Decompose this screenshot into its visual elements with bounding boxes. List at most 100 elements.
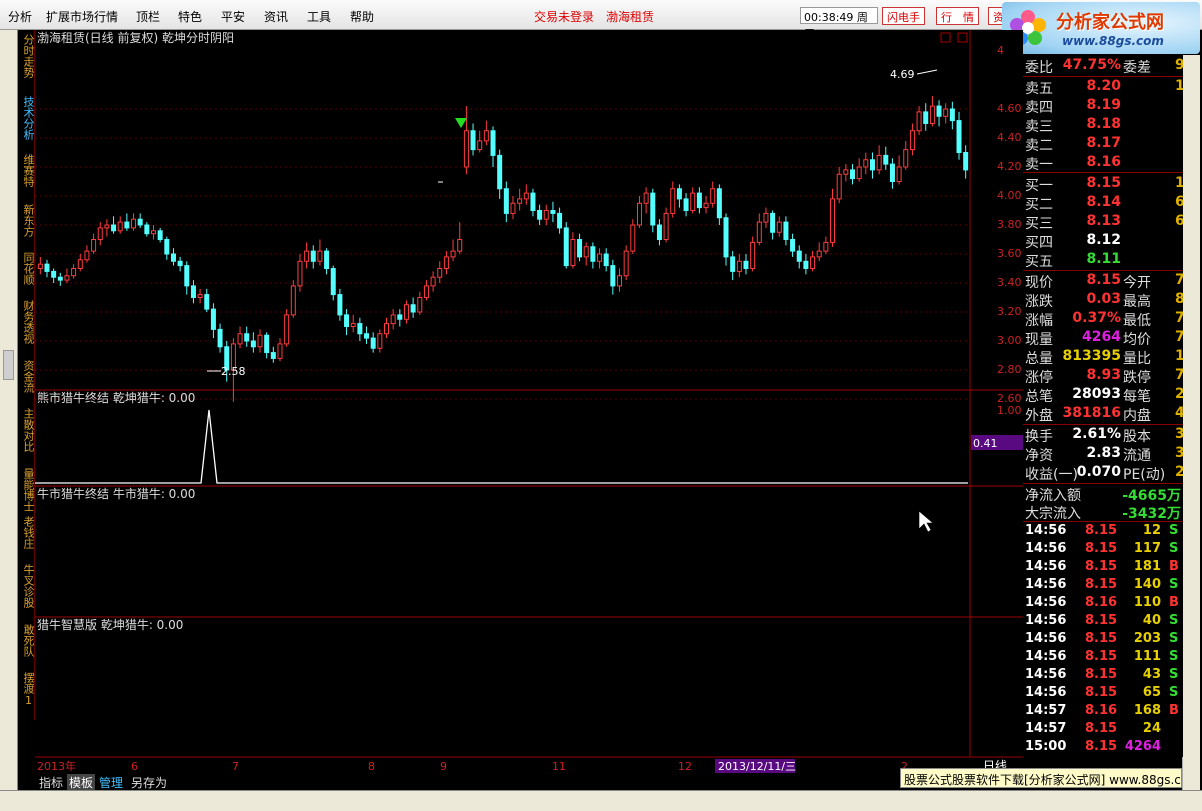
candle-body xyxy=(570,239,576,267)
menu-features[interactable]: 特色 xyxy=(178,8,202,25)
tab-laoqianzhuang[interactable]: 老钱庄 xyxy=(18,516,35,549)
menu-extended-market[interactable]: 扩展市场行情 xyxy=(46,8,118,25)
weibi-value: 47.75% xyxy=(1062,57,1121,73)
ask-price: 8.19 xyxy=(1086,97,1121,113)
bid-row: 买四 8.12 xyxy=(1023,232,1183,251)
price-tick: 3.60 xyxy=(997,247,1022,260)
tab-financial-view[interactable]: 财务透视 xyxy=(18,300,35,344)
quote-button[interactable]: 行 情 xyxy=(936,7,979,25)
candle-body xyxy=(170,253,176,262)
candle-body xyxy=(344,314,350,327)
tab-tonghuashun[interactable]: 同花顺 xyxy=(18,252,35,285)
candle-body xyxy=(597,253,603,262)
ask-row: 卖四 8.19 xyxy=(1023,97,1183,116)
tab-ferry[interactable]: 摆渡1 xyxy=(18,672,35,707)
menu-pingan[interactable]: 平安 xyxy=(221,8,245,25)
chart-area[interactable]: 渤海租赁(日线 前复权) 乾坤分时阴阳 熊市猎牛终结 乾坤猎牛: 0.00 牛市… xyxy=(35,30,1023,775)
status-ticker[interactable]: 股票公式股票软件下载[分析家公式网] www.88gs.com xyxy=(900,768,1182,788)
tick-row: 14:56 8.15 111 S xyxy=(1023,649,1183,668)
tick-volume: 65 xyxy=(1142,685,1161,700)
tick-time: 14:57 xyxy=(1025,703,1067,718)
weibi-label: 委比 xyxy=(1025,60,1053,76)
candle-body xyxy=(810,256,816,269)
weibi-row: 委比 47.75% 委差 9 xyxy=(1023,57,1183,76)
tab-template[interactable]: 模板 xyxy=(67,774,96,791)
menu-help[interactable]: 帮助 xyxy=(350,8,374,25)
tick-volume: 110 xyxy=(1133,595,1161,610)
price-tick: 4.40 xyxy=(997,131,1022,144)
candle-body xyxy=(730,256,736,272)
tab-indicator[interactable]: 指标 xyxy=(37,774,65,791)
tab-technical-analysis[interactable]: 技术分析 xyxy=(18,96,35,140)
tick-row: 14:56 8.15 43 S xyxy=(1023,667,1183,686)
candle-body xyxy=(370,337,376,349)
panel4-title: 猎牛智慧版 乾坤猎牛: 0.00 xyxy=(37,617,183,632)
flash-trade-button[interactable]: 闪电手 xyxy=(882,7,925,25)
menu-news[interactable]: 资讯 xyxy=(264,8,288,25)
stat-value-2: 7 xyxy=(1175,367,1183,383)
month-label: 8 xyxy=(368,760,375,773)
tick-time: 14:57 xyxy=(1025,721,1067,736)
candle-body xyxy=(44,263,50,272)
tick-row: 14:56 8.15 203 S xyxy=(1023,631,1183,650)
tab-dare-squad[interactable]: 敢死队 xyxy=(18,624,35,657)
tick-price: 8.15 xyxy=(1085,649,1118,664)
left-scroll-handle[interactable] xyxy=(3,350,14,380)
candle-body xyxy=(277,343,283,359)
bid-label: 买五 xyxy=(1025,254,1053,270)
candle-body xyxy=(816,250,822,258)
menu-analysis[interactable]: 分析 xyxy=(8,8,32,25)
candle-body xyxy=(324,250,330,270)
tab-timeshare[interactable]: 分时走势 xyxy=(18,34,35,78)
candle-body xyxy=(909,130,915,151)
candle-body xyxy=(204,294,210,310)
candle-body xyxy=(284,314,290,345)
ask-price: 8.16 xyxy=(1086,154,1121,170)
fundamental-row: 换手 2.61%股本 35. xyxy=(1023,426,1183,445)
tick-side: S xyxy=(1169,667,1179,682)
price-tick: 3.20 xyxy=(997,305,1022,318)
candle-body xyxy=(643,192,649,204)
tab-save-as[interactable]: 另存为 xyxy=(129,774,169,791)
ask-price: 8.20 xyxy=(1086,78,1121,94)
tick-side: S xyxy=(1169,685,1179,700)
price-tick: 4.20 xyxy=(997,160,1022,173)
stat-label-2: 每笔 xyxy=(1123,389,1151,405)
candle-body xyxy=(310,250,316,262)
candle-body xyxy=(217,328,223,348)
tab-volume-doctor[interactable]: 量能博士 xyxy=(18,468,35,512)
tick-price: 8.16 xyxy=(1085,595,1118,610)
tab-main-retail-compare[interactable]: 主散对比 xyxy=(18,408,35,452)
tab-weisaite[interactable]: 维赛特 xyxy=(18,154,35,187)
tick-row: 14:56 8.15 65 S xyxy=(1023,685,1183,704)
fund-label-2: 流通 xyxy=(1123,448,1151,464)
candle-body xyxy=(350,323,356,328)
candle-body xyxy=(963,152,969,171)
candle-body xyxy=(84,250,90,261)
tab-stock-diagnosis[interactable]: 牛叉诊股 xyxy=(18,564,35,608)
tick-time: 14:56 xyxy=(1025,559,1067,574)
month-label: 11 xyxy=(552,760,566,773)
right-scrollbar[interactable] xyxy=(1182,55,1200,790)
tick-side: S xyxy=(1169,523,1179,538)
stat-row: 现价 8.15 今开 7 xyxy=(1023,272,1183,291)
candle-body xyxy=(550,210,556,214)
candle-body xyxy=(843,169,849,175)
menu-tools[interactable]: 工具 xyxy=(307,8,331,25)
tick-price: 8.15 xyxy=(1085,577,1118,592)
kline-chart[interactable]: 渤海租赁(日线 前复权) 乾坤分时阴阳 熊市猎牛终结 乾坤猎牛: 0.00 牛市… xyxy=(35,30,1023,775)
candle-body xyxy=(390,314,396,325)
menu-top-bar[interactable]: 顶栏 xyxy=(136,8,160,25)
candle-body xyxy=(889,163,895,183)
ask-label: 卖五 xyxy=(1025,81,1053,97)
tab-capital-flow[interactable]: 资金流 xyxy=(18,360,35,393)
candle-body xyxy=(270,352,276,359)
tick-volume: 111 xyxy=(1133,649,1161,664)
login-status[interactable]: 交易未登录 xyxy=(534,8,594,25)
candle-body xyxy=(617,275,622,287)
tab-manage[interactable]: 管理 xyxy=(97,774,125,791)
tab-xindongfang[interactable]: 新东方 xyxy=(18,204,35,237)
stat-label-2: 今开 xyxy=(1123,275,1151,291)
tick-price: 8.15 xyxy=(1085,685,1118,700)
site-logo: 分析家公式网 www.88gs.com xyxy=(1002,2,1200,54)
